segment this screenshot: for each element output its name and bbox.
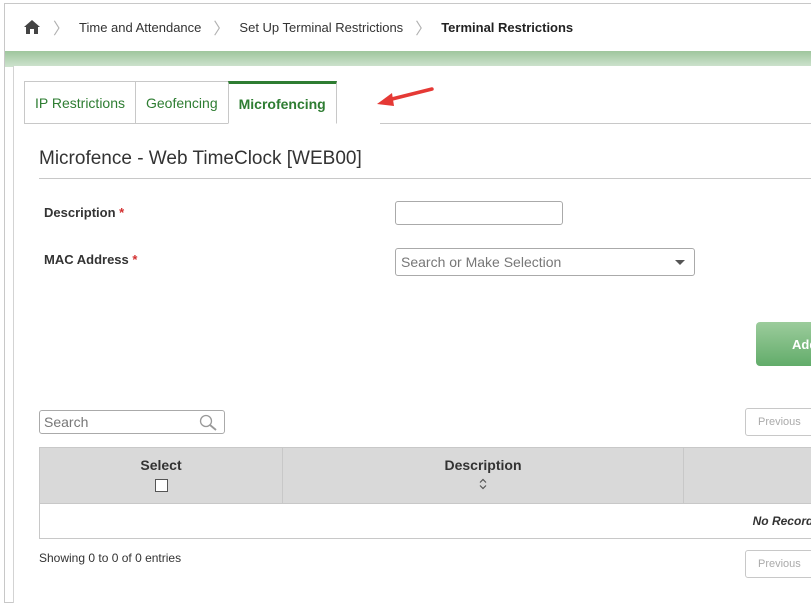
empty-message: No Records	[752, 514, 811, 528]
tab-microfencing[interactable]: Microfencing	[227, 81, 337, 124]
content-panel: IP Restrictions Geofencing Microfencing …	[13, 66, 811, 603]
mac-address-select[interactable]: Search or Make Selection	[395, 248, 695, 276]
breadcrumb-set-up-terminal-restrictions[interactable]: Set Up Terminal Restrictions	[239, 20, 403, 35]
required-marker: *	[119, 205, 125, 220]
title-divider	[39, 178, 811, 179]
required-marker: *	[132, 252, 138, 267]
breadcrumb-terminal-restrictions: Terminal Restrictions	[441, 19, 574, 35]
arrow-annotation-icon	[377, 87, 434, 106]
previous-label: Previous	[758, 558, 801, 570]
previous-label: Previous	[758, 416, 801, 428]
header-accent-bar	[5, 51, 811, 67]
chevron-right-icon: 〉	[415, 21, 432, 38]
mac-address-label: MAC Address *	[44, 252, 137, 267]
breadcrumb-time-and-attendance[interactable]: Time and Attendance	[79, 20, 201, 35]
column-select-label: Select	[140, 457, 182, 473]
tab-geofencing[interactable]: Geofencing	[135, 81, 228, 124]
table-header: Select Description	[40, 448, 811, 504]
breadcrumb: 〉 Time and Attendance 〉 Set Up Terminal …	[5, 4, 811, 50]
description-label-text: Description	[44, 205, 116, 220]
column-description[interactable]: Description	[283, 448, 684, 503]
add-button-label: Add	[792, 336, 811, 352]
home-icon[interactable]	[23, 19, 41, 35]
chevron-right-icon: 〉	[53, 21, 70, 38]
column-extra	[684, 448, 811, 503]
sort-icon	[479, 478, 487, 490]
mac-address-label-text: MAC Address	[44, 252, 129, 267]
column-description-label: Description	[444, 457, 522, 473]
tab-underline	[380, 123, 811, 124]
page-title: Microfence - Web TimeClock [WEB00]	[39, 148, 362, 169]
search-placeholder: Search	[44, 414, 89, 430]
table-info: Showing 0 to 0 of 0 entries	[39, 551, 182, 565]
description-input[interactable]	[395, 201, 563, 225]
table-search-input[interactable]: Search	[39, 410, 225, 434]
mac-address-placeholder: Search or Make Selection	[401, 254, 562, 270]
records-table: Select Description No Records	[39, 447, 811, 539]
chevron-right-icon: 〉	[213, 21, 230, 38]
select-all-checkbox[interactable]	[154, 479, 168, 492]
tab-bar: IP Restrictions Geofencing Microfencing	[24, 81, 337, 125]
caret-down-icon	[675, 260, 685, 265]
column-select: Select	[40, 448, 283, 503]
tab-ip-restrictions[interactable]: IP Restrictions	[24, 81, 135, 124]
app-frame: 〉 Time and Attendance 〉 Set Up Terminal …	[4, 3, 811, 603]
search-icon	[199, 414, 217, 431]
add-button[interactable]: Add	[756, 322, 811, 366]
previous-button-bottom[interactable]: Previous	[745, 550, 811, 578]
previous-button-top[interactable]: Previous	[745, 408, 811, 436]
description-label: Description *	[44, 205, 124, 220]
table-empty-row: No Records	[40, 504, 811, 538]
